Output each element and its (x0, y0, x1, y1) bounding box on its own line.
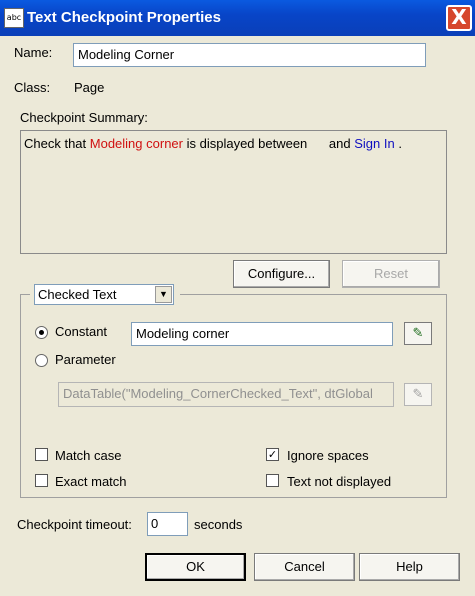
summary-suffix: . (394, 136, 402, 151)
cancel-button[interactable]: Cancel (254, 553, 355, 581)
ignore-spaces-label: Ignore spaces (287, 448, 369, 463)
constant-label: Constant (55, 324, 108, 339)
parameter-label: Parameter (55, 352, 116, 367)
parameter-radio[interactable] (35, 354, 48, 367)
match-case-checkbox[interactable] (35, 448, 48, 461)
checkpoint-timeout-input[interactable]: 0 (147, 512, 188, 536)
window-title: Text Checkpoint Properties (27, 9, 221, 26)
edit-constant-icon[interactable]: ✎ (404, 322, 432, 345)
summary-and: and (328, 136, 351, 151)
exact-match-label: Exact match (55, 474, 127, 489)
checkpoint-timeout-label: Checkpoint timeout: (17, 517, 132, 532)
class-label: Class: (14, 80, 51, 95)
name-input[interactable]: Modeling Corner (73, 43, 426, 67)
constant-radio[interactable] (35, 326, 48, 339)
checkpoint-summary-label: Checkpoint Summary: (20, 110, 148, 125)
timeout-unit-label: seconds (194, 517, 243, 532)
reset-button[interactable]: Reset (342, 260, 440, 288)
summary-after-text[interactable]: Sign In (354, 136, 394, 151)
exact-match-checkbox[interactable] (35, 474, 48, 487)
edit-parameter-icon[interactable]: ✎ (404, 383, 432, 406)
constant-value-input[interactable]: Modeling corner (131, 322, 393, 346)
text-not-displayed-checkbox[interactable] (266, 474, 279, 487)
summary-prefix: Check that (24, 136, 90, 151)
ignore-spaces-checkbox[interactable]: ✓ (266, 448, 279, 461)
name-label: Name: (14, 45, 53, 60)
ok-button[interactable]: OK (145, 553, 246, 581)
chevron-down-icon[interactable]: ▼ (155, 286, 172, 303)
text-not-displayed-label: Text not displayed (287, 474, 392, 489)
help-button[interactable]: Help (359, 553, 460, 581)
match-case-label: Match case (55, 448, 122, 463)
summary-middle: is displayed between (182, 136, 311, 151)
summary-checked-text[interactable]: Modeling corner (90, 136, 183, 151)
configure-button[interactable]: Configure... (233, 260, 330, 288)
class-value: Page (74, 80, 105, 95)
text-type-selected: Checked Text (38, 287, 117, 302)
close-button[interactable]: X (446, 5, 472, 31)
app-icon: abc (4, 8, 24, 28)
parameter-value-input[interactable]: DataTable("Modeling_CornerChecked_Text",… (58, 382, 394, 407)
checkpoint-summary-box: Check that Modeling corner is displayed … (20, 130, 447, 254)
text-type-dropdown[interactable]: Checked Text ▼ (34, 284, 174, 305)
